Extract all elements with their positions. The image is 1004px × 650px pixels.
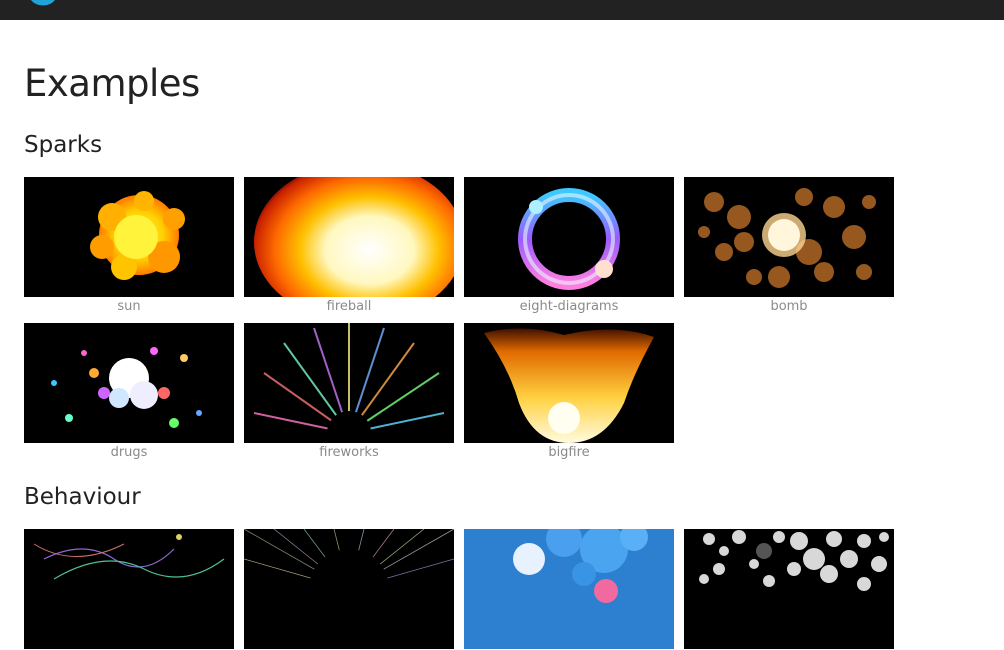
thumbnail-sun[interactable] — [24, 177, 234, 297]
example-eight-diagrams[interactable]: eight-diagrams — [464, 177, 674, 316]
thumbnail-drugs[interactable] — [24, 323, 234, 443]
thumbnail-behaviour-3[interactable] — [464, 529, 674, 649]
thumbnail-fireworks[interactable] — [244, 323, 454, 443]
thumbnail-behaviour-1[interactable] — [24, 529, 234, 649]
caption-fireworks[interactable]: fireworks — [244, 444, 454, 462]
thumbnail-fireball[interactable] — [244, 177, 454, 297]
top-navbar — [0, 0, 1004, 20]
caption-bigfire[interactable]: bigfire — [464, 444, 674, 462]
example-fireball[interactable]: fireball — [244, 177, 454, 316]
caption-bomb[interactable]: bomb — [684, 298, 894, 316]
caption-fireball[interactable]: fireball — [244, 298, 454, 316]
thumbnail-behaviour-2[interactable] — [244, 529, 454, 649]
thumbnail-bigfire[interactable] — [464, 323, 674, 443]
thumbnail-eight-diagrams[interactable] — [464, 177, 674, 297]
example-behaviour-1[interactable] — [24, 529, 234, 650]
example-behaviour-3[interactable] — [464, 529, 674, 650]
caption-sun[interactable]: sun — [24, 298, 234, 316]
example-behaviour-2[interactable] — [244, 529, 454, 650]
thumbnail-bomb[interactable] — [684, 177, 894, 297]
thumbnail-behaviour-4[interactable] — [684, 529, 894, 649]
caption-eight-diagrams[interactable]: eight-diagrams — [464, 298, 674, 316]
example-behaviour-4[interactable] — [684, 529, 894, 650]
logo-icon[interactable] — [26, 0, 60, 10]
caption-drugs[interactable]: drugs — [24, 444, 234, 462]
example-bomb[interactable]: bomb — [684, 177, 894, 316]
example-sun[interactable]: sun — [24, 177, 234, 316]
section-title-sparks: Sparks — [24, 132, 103, 158]
example-fireworks[interactable]: fireworks — [244, 323, 454, 462]
example-bigfire[interactable]: bigfire — [464, 323, 674, 462]
example-drugs[interactable]: drugs — [24, 323, 234, 462]
page-title: Examples — [24, 62, 200, 105]
section-title-behaviour: Behaviour — [24, 484, 141, 510]
